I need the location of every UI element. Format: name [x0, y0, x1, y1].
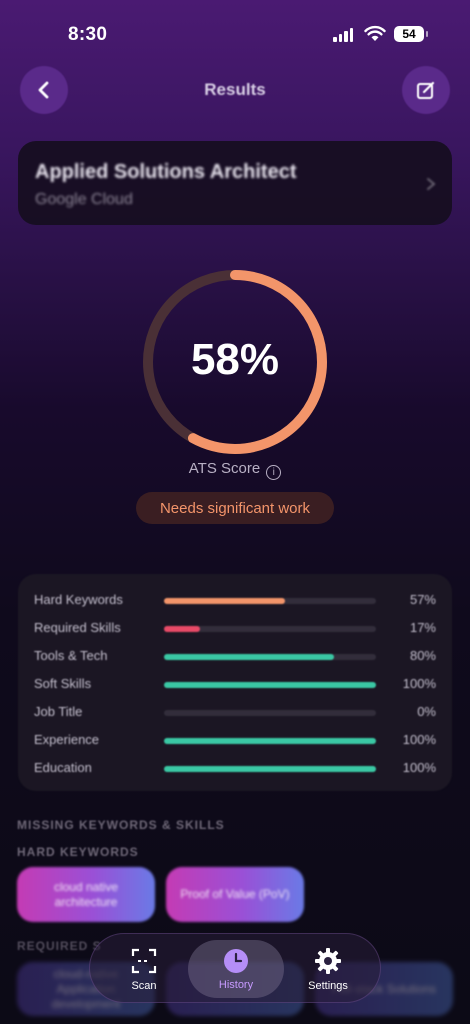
- progress-fill: [164, 626, 201, 632]
- keyword-chip[interactable]: cloud native architecture: [17, 867, 155, 922]
- tab-label: History: [218, 978, 254, 991]
- tab-history[interactable]: History: [188, 940, 284, 998]
- progress-fill: [164, 738, 376, 744]
- job-company: Google Cloud: [35, 191, 133, 208]
- status-time: 8:30: [68, 24, 108, 45]
- ats-score-label: ATS Score i: [0, 460, 470, 480]
- breakdown-row: Tools & Tech 80%: [18, 646, 452, 666]
- edit-icon: [417, 81, 435, 99]
- hard-keywords-title: HARD KEYWORDS: [17, 845, 139, 859]
- progress-fill: [164, 766, 376, 772]
- breakdown-label: Required Skills: [34, 620, 121, 635]
- breakdown-value: 0%: [417, 704, 436, 719]
- progress-track: [164, 710, 376, 716]
- ats-score-text: ATS Score: [188, 460, 261, 477]
- nav-header: Results: [0, 66, 470, 116]
- tab-scan[interactable]: Scan: [96, 934, 192, 1004]
- progress-track: [164, 682, 376, 688]
- progress-fill: [164, 654, 334, 660]
- breakdown-value: 80%: [409, 648, 436, 663]
- score-value: 58%: [190, 335, 280, 384]
- clock-icon: [224, 948, 248, 973]
- breakdown-value: 100%: [402, 760, 436, 775]
- wifi-icon: [364, 25, 386, 41]
- info-icon[interactable]: i: [266, 465, 282, 480]
- breakdown-row: Hard Keywords 57%: [18, 590, 452, 610]
- chevron-right-icon: [427, 178, 436, 190]
- cellular-signal-icon: [333, 28, 353, 42]
- breakdown-row: Experience 100%: [18, 730, 452, 750]
- breakdown-label: Hard Keywords: [34, 592, 123, 607]
- job-card[interactable]: Applied Solutions Architect Google Cloud: [18, 141, 452, 225]
- missing-keywords-title: MISSING KEYWORDS & SKILLS: [17, 818, 225, 832]
- breakdown-value: 100%: [402, 676, 436, 691]
- job-title: Applied Solutions Architect: [35, 161, 297, 183]
- progress-track: [164, 738, 376, 744]
- breakdown-value: 17%: [409, 620, 436, 635]
- gear-icon: [315, 947, 341, 974]
- page-title: Results: [204, 80, 266, 99]
- progress-fill: [164, 598, 285, 604]
- progress-track: [164, 626, 376, 632]
- tab-label: Settings: [308, 979, 348, 992]
- breakdown-row: Education 100%: [18, 758, 452, 778]
- tab-bar: Scan History Settings: [89, 933, 381, 1003]
- breakdown-label: Education: [34, 760, 92, 775]
- edit-button[interactable]: [402, 66, 450, 114]
- score-breakdown-card: Hard Keywords 57% Required Skills 17% Tools …: [18, 574, 452, 791]
- breakdown-label: Job Title: [34, 704, 83, 719]
- breakdown-value: 100%: [402, 732, 436, 747]
- breakdown-row: Job Title 0%: [18, 702, 452, 722]
- progress-track: [164, 766, 376, 772]
- required-skills-title: REQUIRED S: [17, 939, 102, 953]
- breakdown-label: Tools & Tech: [34, 648, 108, 663]
- keyword-chip[interactable]: Proof of Value (PoV): [166, 867, 304, 922]
- tab-label: Scan: [131, 979, 157, 992]
- status-bar: 8:30 54: [0, 0, 470, 60]
- breakdown-value: 57%: [409, 592, 436, 607]
- breakdown-row: Soft Skills 100%: [18, 674, 452, 694]
- progress-fill: [164, 682, 376, 688]
- breakdown-row: Required Skills 17%: [18, 618, 452, 638]
- breakdown-label: Soft Skills: [34, 676, 92, 691]
- scan-icon: [131, 948, 157, 973]
- progress-track: [164, 654, 376, 660]
- verdict-badge: Needs significant work: [136, 492, 334, 524]
- breakdown-label: Experience: [34, 732, 100, 747]
- battery-indicator: 54: [394, 26, 428, 42]
- tab-settings[interactable]: Settings: [280, 934, 376, 1004]
- progress-track: [164, 598, 376, 604]
